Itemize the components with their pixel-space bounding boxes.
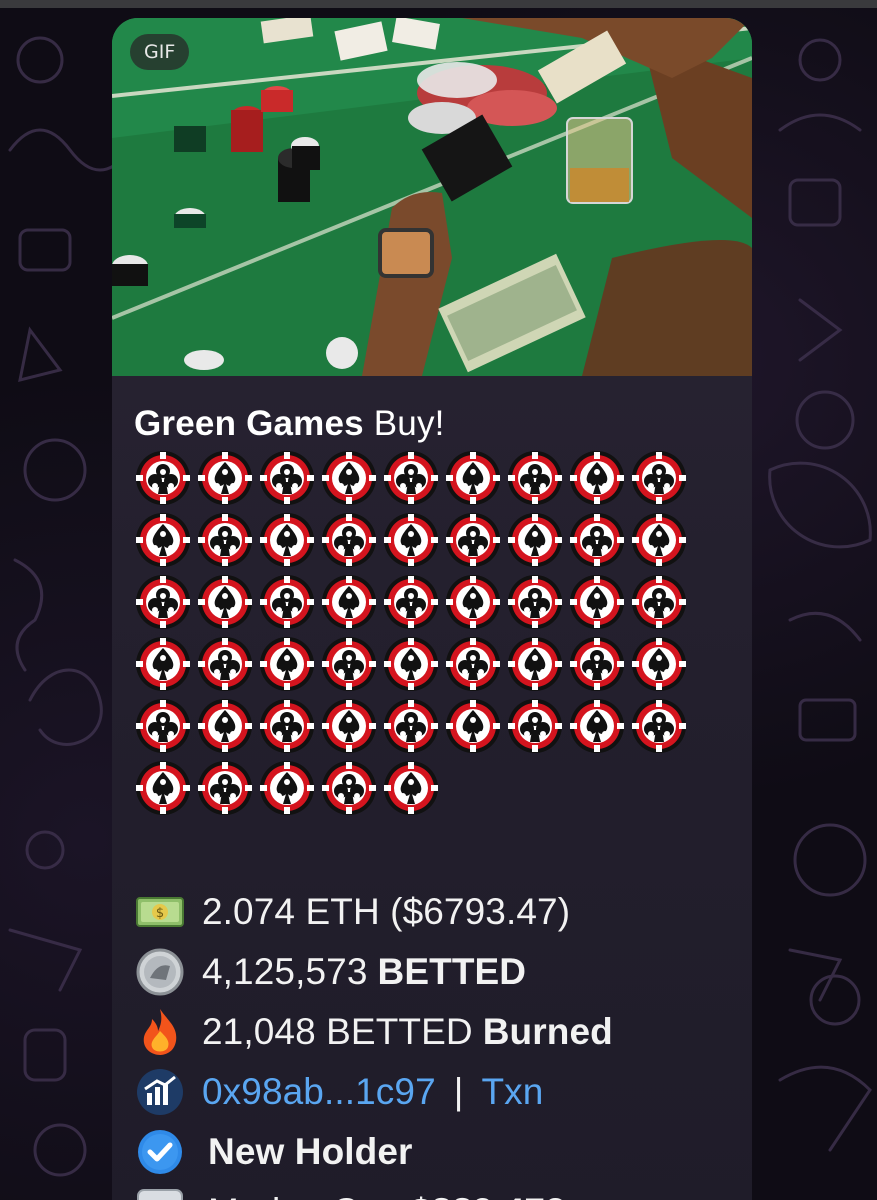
poker-chip-icon [630,450,688,506]
new-holder-text: New Holder [208,1131,413,1172]
gif-media[interactable]: GIF [112,18,752,376]
eth-amount-text: 2.074 ETH ($6793.47) [202,891,571,932]
money-icon: $ [134,888,186,936]
poker-chip-icon [630,512,688,568]
eth-amount-row: $ 2.074 ETH ($6793.47) [134,882,730,942]
betted-token: BETTED [377,951,527,992]
market-cap-row: Market Cap $889,472 [134,1182,730,1200]
poker-chip-icon [568,636,626,692]
poker-chip-icon [506,574,564,630]
poker-chip-icon [196,636,254,692]
burned-row: 21,048 BETTED Burned [134,1002,730,1062]
poker-chip-icon [568,450,626,506]
poker-chip-icon [568,574,626,630]
token-name: Green Games [134,404,364,443]
buy-label: Buy! [363,404,445,443]
poker-chip-icon [630,698,688,754]
poker-scene-image [112,18,752,376]
poker-chip-icon [444,698,502,754]
chart-logo-icon [134,1068,186,1116]
wallet-row: 0x98ab...1c97 | Txn [134,1062,730,1122]
new-holder-row: New Holder [134,1122,730,1182]
gif-badge: GIF [130,34,190,70]
poker-chip-icon [258,636,316,692]
poker-chip-icon [444,636,502,692]
poker-chip-icon [196,450,254,506]
poker-chip-icon [382,450,440,506]
poker-chip-icon [444,512,502,568]
message-text: Green Games Buy! $ 2.074 ETH ($6793.47) … [112,376,752,1200]
poker-chip-icon [196,760,254,816]
poker-chip-icon [134,760,192,816]
link-separator: | [453,1071,464,1112]
poker-chip-icon [134,636,192,692]
poker-chip-icon [320,698,378,754]
stats-list: $ 2.074 ETH ($6793.47) 4,125,573 BETTED 2… [134,882,730,1200]
poker-chip-icon [134,574,192,630]
poker-chip-icon [196,698,254,754]
poker-chip-icon [320,512,378,568]
poker-chip-icon [134,450,192,506]
fire-icon [134,1008,186,1056]
coin-icon [134,948,186,996]
poker-chip-icon [506,698,564,754]
poker-chip-icon [444,450,502,506]
betted-amount: 4,125,573 [202,951,368,992]
poker-chip-icon [320,450,378,506]
betted-amount-row: 4,125,573 BETTED [134,942,730,1002]
poker-chip-icon [568,698,626,754]
poker-chip-icon [568,512,626,568]
poker-chip-icon [630,636,688,692]
poker-chip-icon [258,760,316,816]
poker-chip-icon [320,760,378,816]
poker-chip-icon [196,512,254,568]
chip-emoji-grid [134,450,704,816]
buy-title: Green Games Buy! [134,404,730,444]
poker-chip-icon [258,450,316,506]
poker-chip-icon [444,574,502,630]
market-cap-value: 889,472 [431,1191,565,1200]
poker-chip-icon [382,512,440,568]
poker-chip-icon [320,574,378,630]
txn-link[interactable]: Txn [481,1071,543,1113]
poker-chip-icon [630,574,688,630]
poker-chip-icon [506,636,564,692]
burned-label: Burned [482,1011,613,1052]
poker-chip-icon [382,574,440,630]
poker-chip-icon [382,760,440,816]
poker-chip-icon [382,636,440,692]
poker-chip-icon [258,512,316,568]
poker-chip-icon [258,698,316,754]
poker-chip-icon [506,512,564,568]
window-top-edge [0,0,877,8]
burned-amount: 21,048 BETTED [202,1011,473,1052]
message-bubble[interactable]: GIF Green Games Buy! $ 2.074 ETH ($6793.… [112,18,752,1200]
poker-chip-icon [382,698,440,754]
poker-chip-icon [258,574,316,630]
wallet-address-link[interactable]: 0x98ab...1c97 [202,1071,436,1113]
poker-chip-icon [320,636,378,692]
poker-chip-icon [134,698,192,754]
poker-chip-icon [506,450,564,506]
up-arrow-icon [134,1188,186,1200]
market-cap-label: Market Cap $ [208,1191,431,1200]
checkmark-icon [134,1128,186,1176]
poker-chip-icon [196,574,254,630]
poker-chip-icon [134,512,192,568]
svg-text:$: $ [156,906,164,921]
